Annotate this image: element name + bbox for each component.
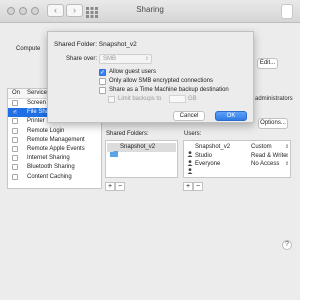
service-row[interactable]: Remote Management <box>8 136 101 145</box>
user-permission-select[interactable]: Read & Write <box>251 153 287 159</box>
service-label: Screen <box>27 100 47 106</box>
add-shared-folder-button[interactable]: + <box>105 182 115 191</box>
administrators-text: administrators <box>255 96 293 102</box>
service-checkbox[interactable] <box>12 118 18 125</box>
service-checkbox[interactable] <box>12 100 18 106</box>
service-checkbox[interactable] <box>12 173 18 180</box>
remove-user-button[interactable]: − <box>193 182 203 191</box>
user-name: Studio <box>195 152 213 159</box>
time-machine-label: Share as a Time Machine backup destinati… <box>109 87 229 93</box>
on-column-header: On <box>12 90 21 96</box>
user-permission-select[interactable]: No Access <box>251 161 279 167</box>
shared-folder-options-sheet: Shared Folder: Snapshot_v2 Share over: S… <box>47 31 254 123</box>
service-label: Remote Management <box>27 136 85 143</box>
service-label: Content Caching <box>27 173 72 180</box>
limit-backups-input[interactable] <box>169 95 186 103</box>
limit-backups-unit: GB <box>188 96 197 102</box>
shared-folders-list: Snapshot_v2 <box>105 140 178 178</box>
share-over-select[interactable]: SMB ⇕ <box>99 54 152 64</box>
folder-icon <box>110 144 118 157</box>
time-machine-checkbox[interactable] <box>99 87 106 94</box>
title-bar: ‹ › Sharing <box>0 0 300 23</box>
user-permission-select[interactable]: Custom <box>251 144 272 150</box>
service-label: Printer <box>27 118 45 125</box>
limit-backups-label: Limit backups to <box>118 96 162 102</box>
allow-guest-label: Allow guest users <box>109 69 157 75</box>
service-label: Remote Login <box>27 127 65 134</box>
smb-encrypted-checkbox[interactable] <box>99 78 106 85</box>
user-name: Everyone <box>195 161 221 167</box>
edit-button[interactable]: Edit... <box>257 58 278 69</box>
service-checkbox[interactable]: ✓ <box>12 109 18 116</box>
chevron-updown-icon: ⇕ <box>144 56 149 62</box>
window-title: Sharing <box>136 5 164 14</box>
service-label: Internet Sharing <box>27 155 70 162</box>
service-checkbox[interactable] <box>12 136 18 143</box>
users-header: Users: <box>184 131 202 137</box>
group-icon <box>187 161 193 179</box>
options-button[interactable]: Options... <box>258 118 288 129</box>
cancel-button[interactable]: Cancel <box>173 111 205 121</box>
service-checkbox[interactable] <box>12 127 18 134</box>
service-row[interactable]: Remote Login <box>8 127 101 136</box>
service-label: File Sha <box>27 109 50 116</box>
search-field[interactable] <box>281 4 293 19</box>
add-user-button[interactable]: + <box>183 182 193 191</box>
service-row[interactable]: Remote Apple Events <box>8 145 101 154</box>
service-row[interactable]: Bluetooth Sharing <box>8 163 101 172</box>
user-row[interactable]: Everyone No Access ⇕ <box>185 160 290 174</box>
service-row[interactable]: Internet Sharing <box>8 154 101 163</box>
limit-backups-checkbox[interactable] <box>108 96 115 103</box>
allow-guest-checkbox[interactable]: ✓ <box>99 69 106 76</box>
sheet-title: Shared Folder: Snapshot_v2 <box>54 41 137 48</box>
share-over-label: Share over: <box>66 56 98 62</box>
service-label: Remote Apple Events <box>27 146 85 152</box>
user-row[interactable]: Snapshot_v2 Custom ⇕ <box>185 143 290 157</box>
help-button[interactable]: ? <box>282 240 292 250</box>
service-label: Bluetooth Sharing <box>27 164 75 171</box>
chevron-updown-icon: ⇕ <box>285 144 290 150</box>
computer-name-label: Compute <box>16 46 41 52</box>
shared-folder-label: Snapshot_v2 <box>120 144 156 150</box>
smb-encrypted-label: Only allow SMB encrypted connections <box>109 78 214 84</box>
service-row[interactable]: Content Caching <box>8 173 101 182</box>
service-checkbox[interactable] <box>12 164 18 171</box>
service-checkbox[interactable] <box>12 146 18 152</box>
shared-folder-row[interactable]: Snapshot_v2 <box>107 143 176 157</box>
user-row[interactable]: Studio Read & Write ⇕ <box>185 152 290 166</box>
share-over-value: SMB <box>103 56 117 62</box>
user-name: Snapshot_v2 <box>195 144 231 150</box>
chevron-updown-icon: ⇕ <box>285 161 290 167</box>
remove-shared-folder-button[interactable]: − <box>115 182 125 191</box>
users-list: Snapshot_v2 Custom ⇕ Studio Read & Write ⇕ Eve… <box>183 140 291 178</box>
chevron-updown-icon: ⇕ <box>285 152 290 159</box>
service-column-header: Service <box>27 90 48 96</box>
ok-button[interactable]: OK <box>215 111 247 121</box>
service-checkbox[interactable] <box>12 155 18 162</box>
shared-folders-header: Shared Folders: <box>106 131 149 137</box>
